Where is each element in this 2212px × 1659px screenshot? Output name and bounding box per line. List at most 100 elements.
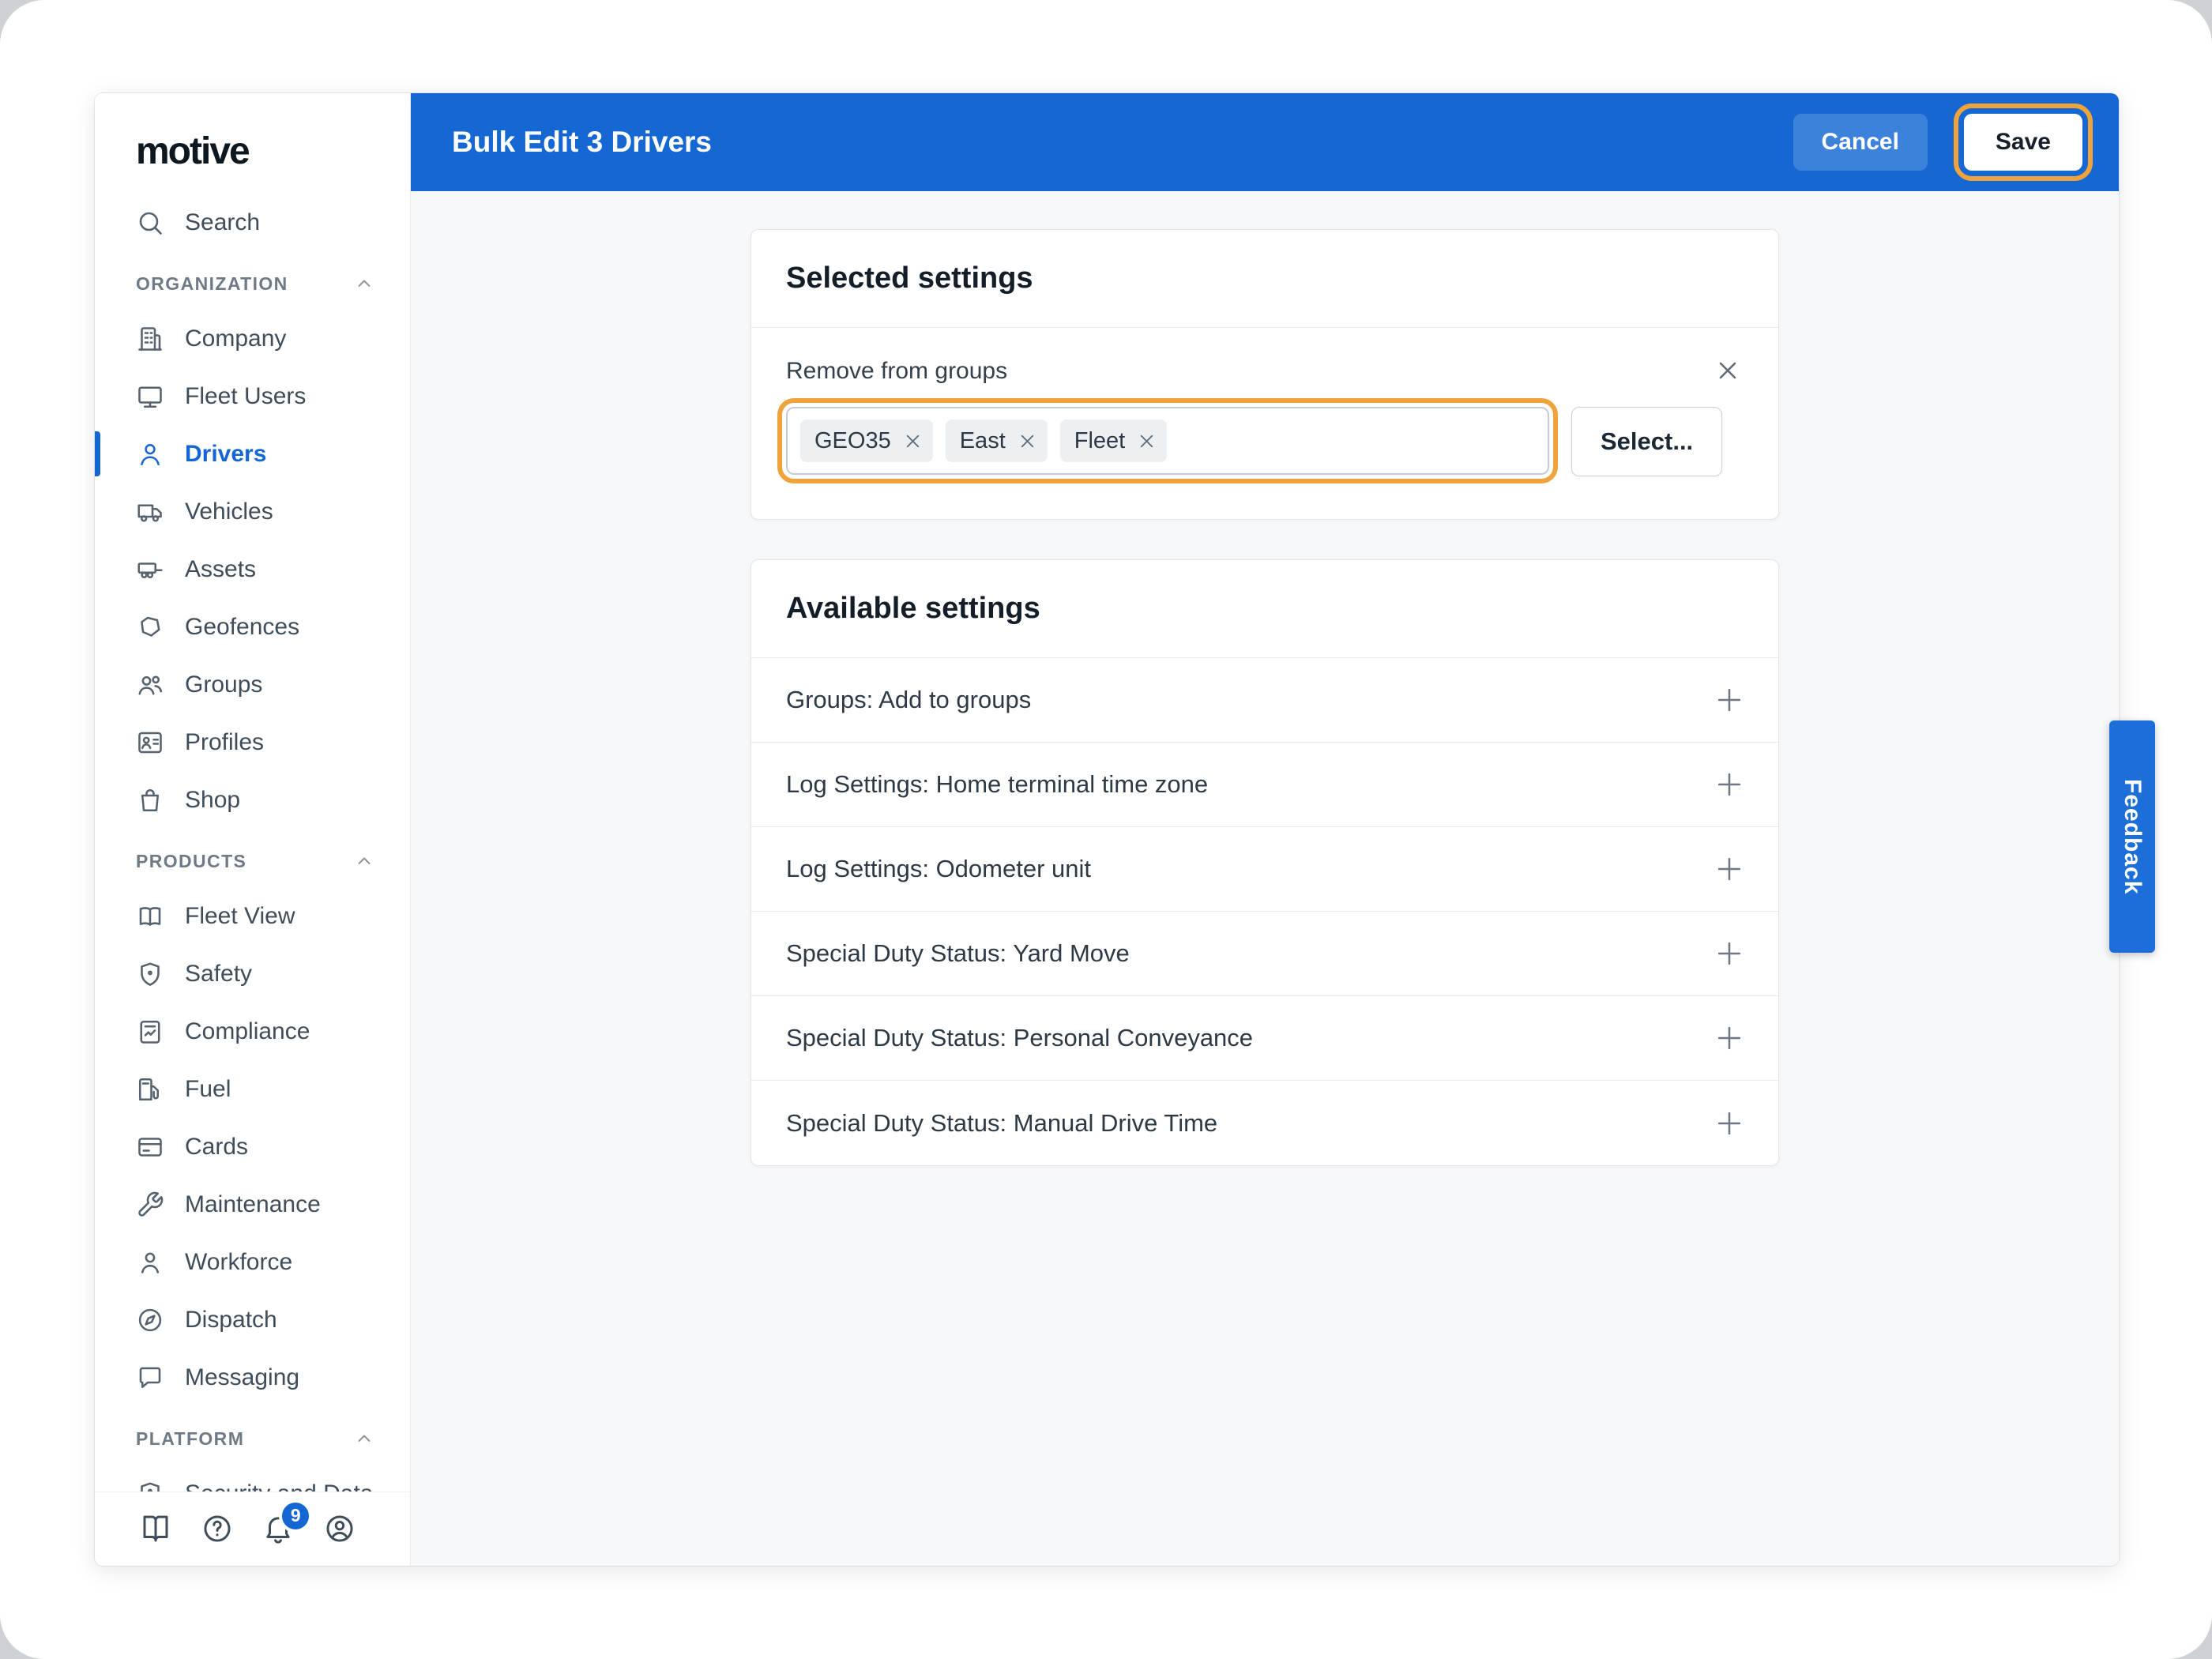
remove-setting-button[interactable] (1714, 356, 1748, 391)
remove-from-groups-label: Remove from groups (786, 358, 1008, 384)
add-setting-button[interactable] (1712, 1106, 1747, 1141)
geofence-polygon-icon (141, 616, 160, 637)
sidebar-item-fleet-users[interactable]: Fleet Users (95, 367, 410, 425)
chip-label: GEO35 (814, 427, 891, 453)
selected-settings-card: Selected settings Remove from groups GEO… (750, 229, 1779, 520)
account-icon (326, 1514, 353, 1542)
group-chip: East (945, 419, 1048, 462)
sidebar-item-fuel[interactable]: Fuel (95, 1060, 410, 1118)
sidebar-item-label: Profiles (185, 728, 265, 755)
chat-bubble-icon (139, 1367, 161, 1388)
sidebar-item-shop[interactable]: Shop (95, 771, 410, 829)
credit-card-icon (138, 1137, 162, 1157)
selected-settings-title: Selected settings (751, 230, 1778, 328)
setting-row-odometer-unit[interactable]: Log Settings: Odometer unit (751, 827, 1778, 912)
sidebar-section-organization[interactable]: ORGANIZATION (95, 258, 410, 310)
fuel-pump-icon (138, 1078, 160, 1100)
setting-row-personal-conveyance[interactable]: Special Duty Status: Personal Conveyance (751, 996, 1778, 1081)
chevron-up-icon (358, 280, 371, 287)
sidebar-item-groups[interactable]: Groups (95, 656, 410, 713)
plus-icon (1717, 1026, 1741, 1050)
sidebar-item-label: Company (185, 325, 287, 352)
setting-row-label: Special Duty Status: Yard Move (786, 939, 1130, 967)
plus-icon (1717, 942, 1741, 965)
chip-remove-icon[interactable] (902, 431, 924, 452)
person-icon (141, 1252, 160, 1273)
setting-row-label: Special Duty Status: Personal Conveyance (786, 1024, 1254, 1051)
sidebar-item-profiles[interactable]: Profiles (95, 713, 410, 771)
add-setting-button[interactable] (1712, 683, 1747, 717)
add-setting-button[interactable] (1712, 852, 1747, 886)
sidebar-item-label: Safety (185, 960, 253, 987)
feedback-tab[interactable]: Feedback (2109, 720, 2155, 953)
sidebar-item-workforce[interactable]: Workforce (95, 1233, 410, 1291)
chip-label: East (959, 427, 1006, 453)
sidebar-item-cards[interactable]: Cards (95, 1118, 410, 1176)
account-button[interactable] (323, 1512, 358, 1547)
app-window: motive Search ORGANIZATION Company Fleet… (95, 93, 2119, 1566)
sidebar-item-dispatch[interactable]: Dispatch (95, 1291, 410, 1349)
plus-icon (1717, 773, 1741, 796)
cancel-button[interactable]: Cancel (1793, 114, 1928, 171)
sidebar-section-products[interactable]: PRODUCTS (95, 835, 410, 887)
trailer-icon (137, 562, 163, 578)
sidebar-item-company[interactable]: Company (95, 310, 410, 367)
sidebar-item-label: Assets (185, 555, 257, 582)
sidebar-item-label: Fleet View (185, 902, 295, 929)
section-label: PLATFORM (136, 1428, 245, 1449)
sidebar-item-search[interactable]: Search (95, 194, 410, 251)
chip-remove-icon[interactable] (1017, 431, 1038, 452)
groups-chip-input[interactable]: GEO35 East Fleet (777, 398, 1558, 483)
chevron-up-icon (358, 1435, 371, 1442)
save-button[interactable]: Save (1953, 103, 2094, 181)
add-setting-button[interactable] (1712, 936, 1747, 971)
setting-row-label: Special Duty Status: Manual Drive Time (786, 1108, 1218, 1137)
sidebar-item-maintenance[interactable]: Maintenance (95, 1176, 410, 1233)
page-title: Bulk Edit 3 Drivers (452, 126, 713, 158)
selected-settings-body: Remove from groups GEO35 East Fleet Sele… (751, 328, 1778, 519)
select-groups-button[interactable]: Select... (1571, 407, 1723, 476)
help-icon (204, 1514, 231, 1542)
sidebar-item-fleet-view[interactable]: Fleet View (95, 887, 410, 945)
sidebar: motive Search ORGANIZATION Company Fleet… (95, 93, 411, 1566)
notification-count-badge: 9 (279, 1499, 313, 1533)
sidebar-item-geofences[interactable]: Geofences (95, 598, 410, 656)
sidebar-item-label: Groups (185, 671, 263, 698)
sidebar-item-label: Cards (185, 1133, 249, 1160)
sidebar-item-vehicles[interactable]: Vehicles (95, 483, 410, 540)
sidebar-item-drivers[interactable]: Drivers (95, 425, 410, 483)
sidebar-item-messaging[interactable]: Messaging (95, 1349, 410, 1406)
wrench-icon (138, 1191, 164, 1217)
add-setting-button[interactable] (1712, 767, 1747, 802)
page-background: motive Search ORGANIZATION Company Fleet… (0, 0, 2212, 1659)
driver-person-icon (141, 443, 160, 465)
sidebar-item-compliance[interactable]: Compliance (95, 1003, 410, 1060)
add-setting-button[interactable] (1712, 1021, 1747, 1055)
available-settings-card: Available settings Groups: Add to groups… (750, 559, 1779, 1166)
sidebar-item-label: Shop (185, 786, 241, 813)
chip-remove-icon[interactable] (1136, 431, 1157, 452)
main-area: Bulk Edit 3 Drivers Cancel Save Selected… (411, 93, 2119, 1566)
setting-row-manual-drive-time[interactable]: Special Duty Status: Manual Drive Time (751, 1081, 1778, 1165)
sidebar-section-platform[interactable]: PLATFORM (95, 1413, 410, 1465)
setting-row-home-terminal-time-zone[interactable]: Log Settings: Home terminal time zone (751, 743, 1778, 827)
guide-button[interactable] (139, 1512, 174, 1547)
sidebar-item-assets[interactable]: Assets (95, 540, 410, 598)
id-card-icon (138, 732, 162, 753)
available-settings-title: Available settings (751, 560, 1778, 658)
section-label: PRODUCTS (136, 850, 247, 871)
sidebar-item-label: Fuel (185, 1075, 231, 1102)
sidebar-item-label: Drivers (185, 440, 267, 467)
setting-row-add-to-groups[interactable]: Groups: Add to groups (751, 658, 1778, 743)
clipboard-chart-icon (140, 1020, 160, 1044)
motive-logo[interactable]: motive (95, 93, 410, 194)
sidebar-item-safety[interactable]: Safety (95, 945, 410, 1003)
group-chip: Fleet (1059, 419, 1168, 462)
help-button[interactable] (201, 1512, 235, 1547)
notifications-button[interactable]: 9 (261, 1499, 313, 1547)
sidebar-item-label: Maintenance (185, 1191, 321, 1217)
sidebar-footer: 9 (95, 1492, 410, 1566)
truck-icon (137, 503, 162, 522)
setting-row-label: Log Settings: Home terminal time zone (786, 770, 1209, 798)
setting-row-yard-move[interactable]: Special Duty Status: Yard Move (751, 912, 1778, 996)
